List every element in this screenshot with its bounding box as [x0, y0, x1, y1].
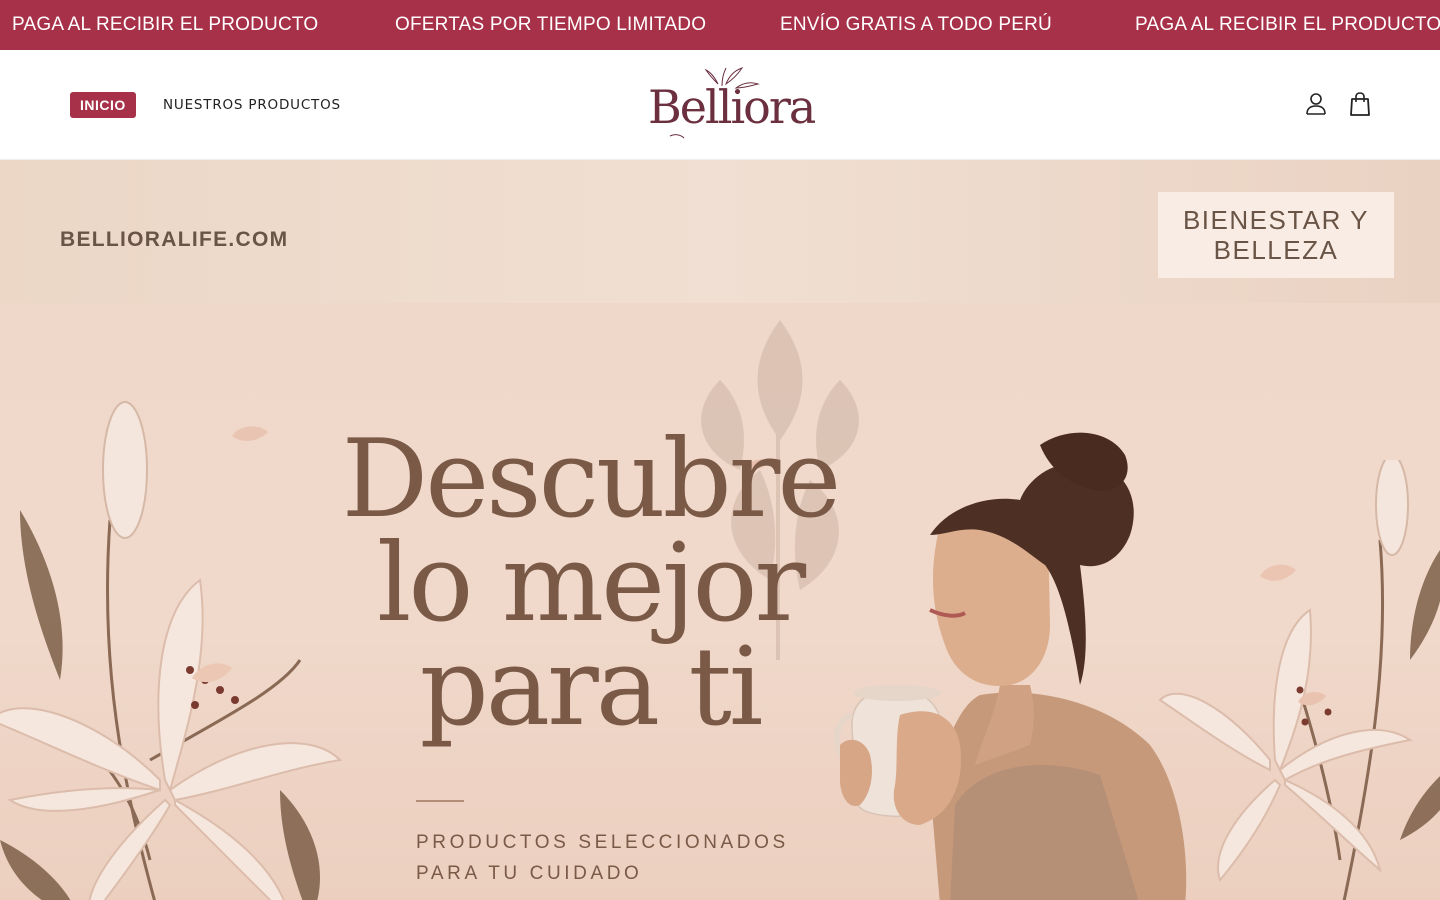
announcement-item: PAGA AL RECIBIR EL PRODUCTO — [1135, 14, 1440, 35]
hero-tag-line: BIENESTAR Y — [1182, 205, 1370, 235]
petal-decoration — [232, 426, 268, 441]
petal-decoration — [1298, 692, 1326, 706]
logo-text: Belliora — [648, 80, 816, 134]
petal-decoration — [192, 663, 232, 683]
announcement-item: OFERTAS POR TIEMPO LIMITADO — [395, 14, 707, 35]
hero-headline-line: para ti — [419, 625, 764, 750]
cart-icon[interactable] — [1346, 90, 1374, 118]
hero-banner[interactable]: BELLIORALIFE.COM BIENESTAR Y BELLEZA Des… — [0, 160, 1440, 900]
announcement-item: PAGA AL RECIBIR EL PRODUCTO — [12, 14, 319, 35]
hero-domain-text: BELLIORALIFE.COM — [60, 228, 289, 251]
hero-subline: PARA TU CUIDADO — [416, 863, 643, 884]
site-logo[interactable]: Belliora — [640, 64, 816, 144]
site-header: INICIO NUESTROS PRODUCTOS Belliora — [0, 50, 1440, 160]
lily-flowers-right-illustration — [1158, 460, 1440, 900]
hero-tag-box: BIENESTAR Y BELLEZA — [1158, 192, 1394, 278]
hero-headline: Descubre lo mejor para ti — [330, 417, 850, 750]
nav-link-nuestros-productos[interactable]: NUESTROS PRODUCTOS — [163, 92, 341, 118]
hero-headline-line: Descubre — [341, 417, 842, 542]
account-icon[interactable] — [1302, 90, 1330, 118]
announcement-bar: PAGA AL RECIBIR EL PRODUCTO OFERTAS POR … — [0, 0, 1440, 50]
announcement-item: ENVÍO GRATIS A TODO PERÚ — [780, 14, 1052, 35]
petal-decoration — [1260, 564, 1296, 581]
hero-headline-line: lo mejor — [376, 521, 806, 646]
nav-link-inicio[interactable]: INICIO — [70, 92, 136, 118]
hero-subline: PRODUCTOS SELECCIONADOS — [416, 832, 789, 853]
hero-divider — [416, 800, 464, 802]
hero-tag-line: BELLEZA — [1213, 235, 1339, 265]
